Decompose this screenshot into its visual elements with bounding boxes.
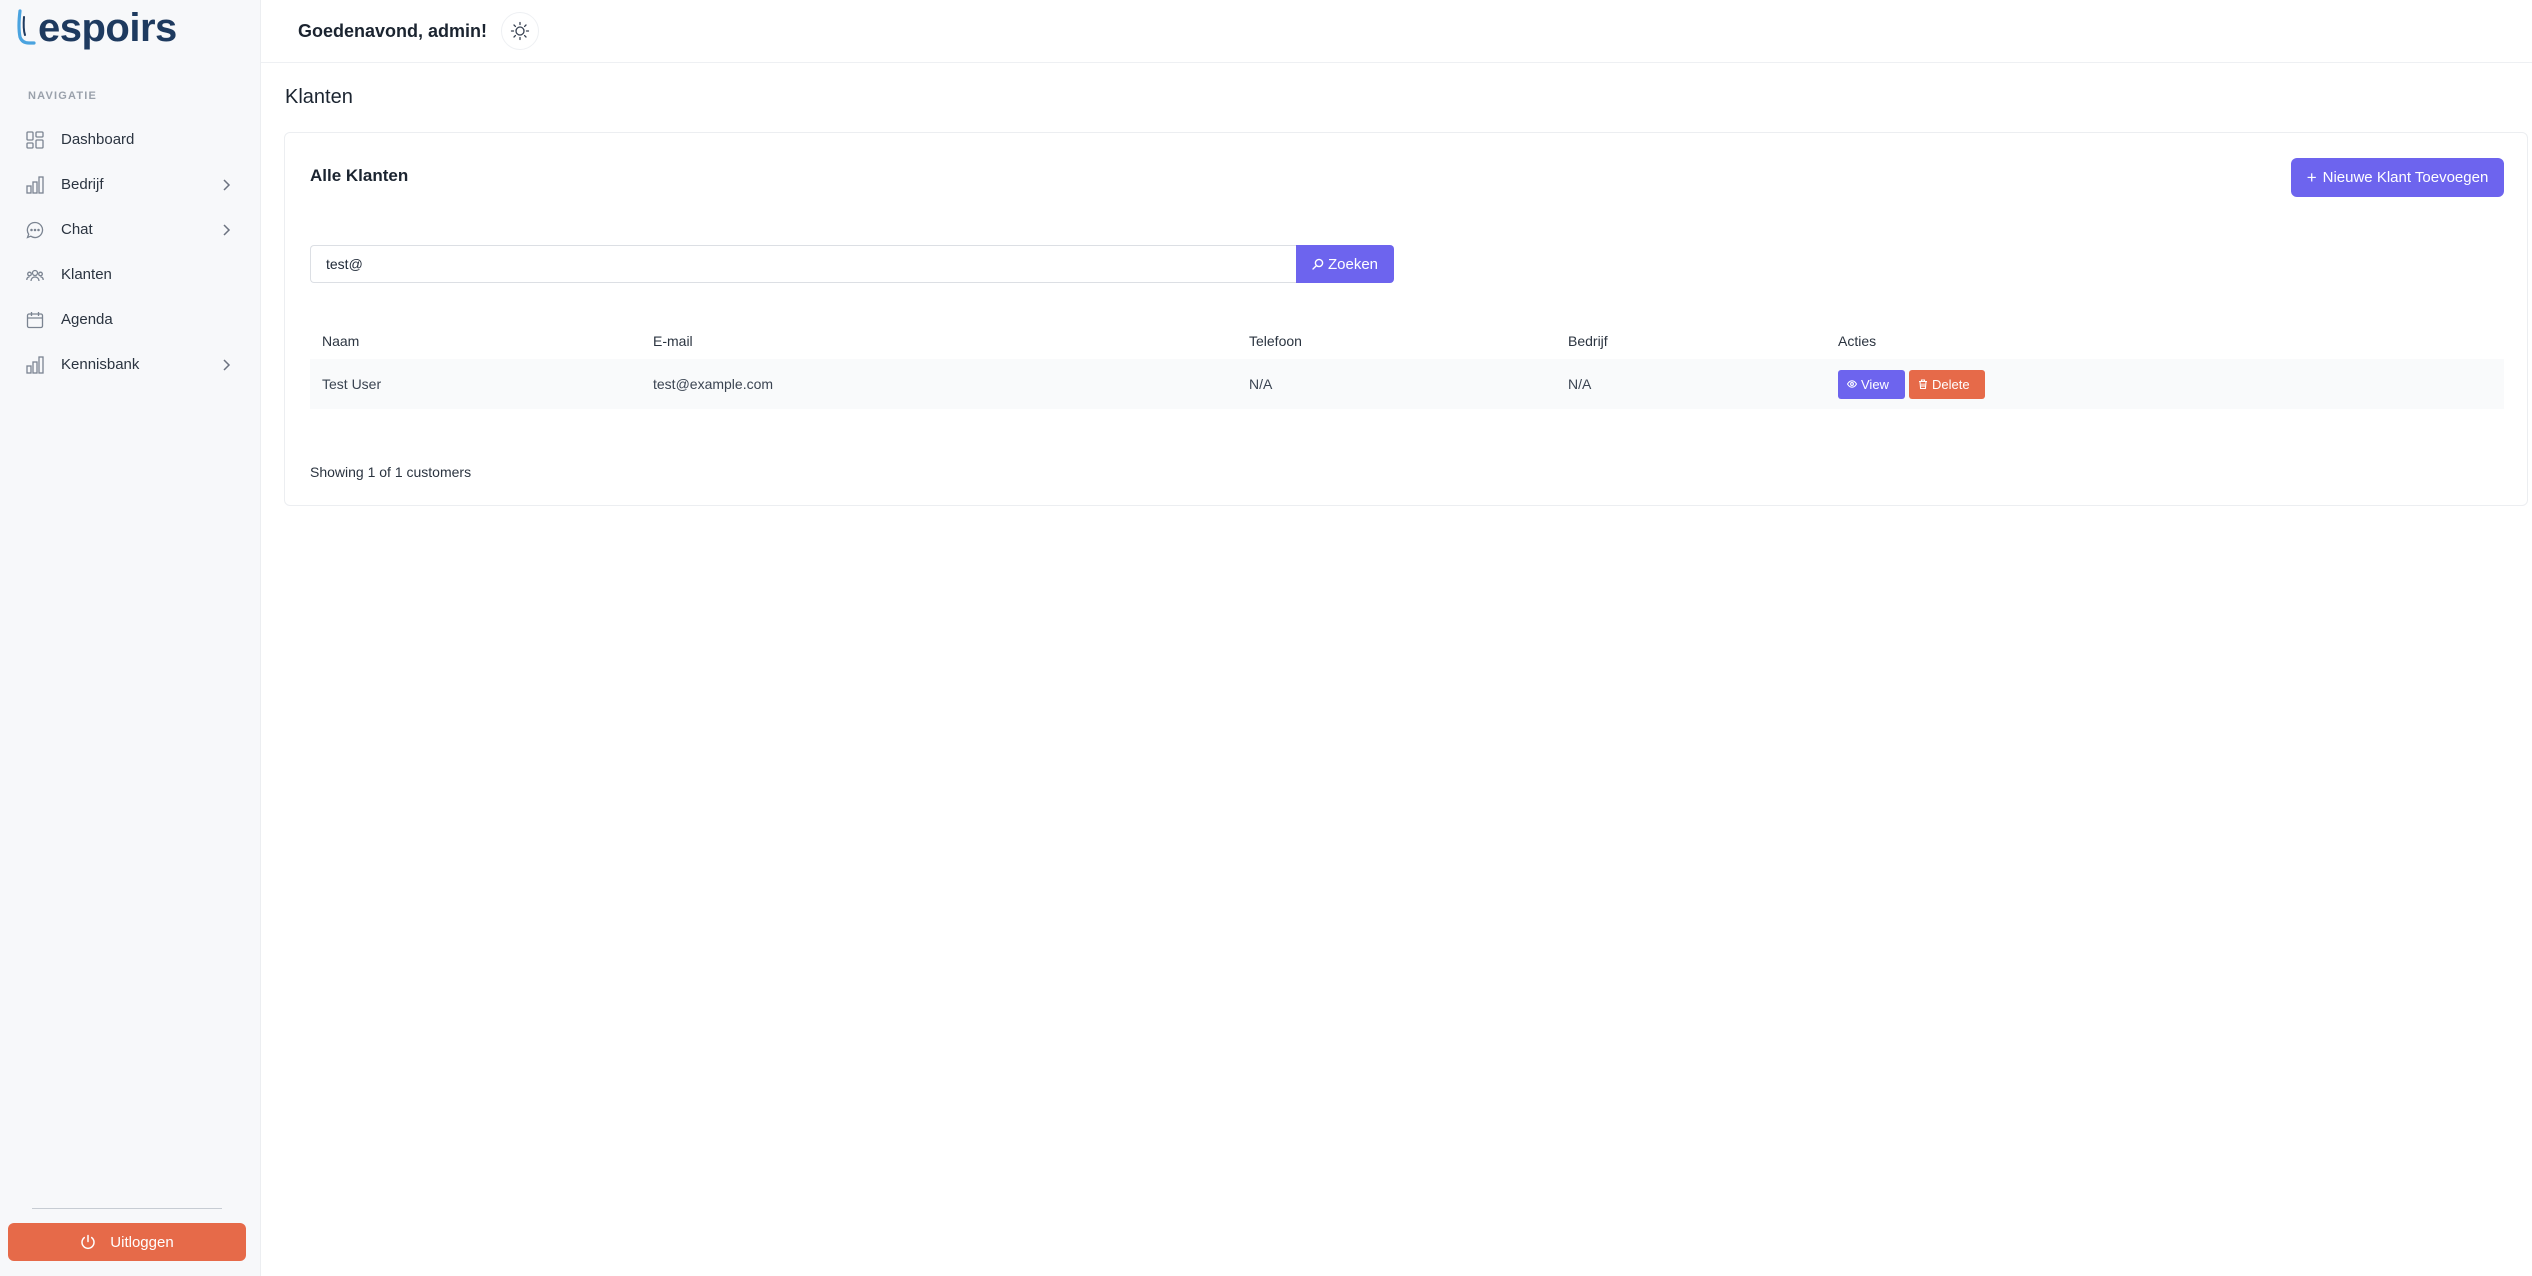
sun-icon (510, 21, 530, 41)
calendar-icon (26, 311, 44, 328)
column-header-naam[interactable]: Naam (310, 323, 641, 359)
view-button[interactable]: View (1838, 369, 1905, 399)
search-icon (1312, 258, 1324, 270)
page-title: Klanten (285, 86, 353, 108)
chat-bubble-icon (26, 221, 44, 239)
power-icon (81, 1234, 96, 1249)
app-root: espoirs NAVIGATIE Dashboard Bedrijf Chat… (0, 0, 2532, 1276)
chevron-right-icon (223, 178, 231, 191)
sidebar-item-dashboard[interactable]: Dashboard (0, 117, 261, 162)
sidebar-nav: Dashboard Bedrijf Chat Klanten Agenda Ke… (0, 117, 261, 387)
chevron-right-icon (223, 358, 231, 371)
sidebar-divider (32, 1208, 222, 1209)
logout-button[interactable]: Uitloggen (8, 1223, 246, 1261)
sidebar-item-label: Bedrijf (61, 176, 104, 193)
sidebar-item-label: Dashboard (61, 131, 135, 148)
cell-company: N/A (1556, 359, 1826, 409)
column-header-telefoon[interactable]: Telefoon (1237, 323, 1556, 359)
cell-phone: N/A (1237, 359, 1556, 409)
users-icon (26, 269, 44, 281)
sidebar-item-label: Chat (61, 221, 93, 238)
cell-name: Test User (310, 359, 641, 409)
customers-card: Alle Klanten + Nieuwe Klant Toevoegen Zo… (284, 132, 2528, 506)
row-actions: View Delete (1838, 369, 2504, 399)
eye-icon (1847, 380, 1857, 388)
main-content: Goedenavond, admin! Klanten Alle Klanten… (261, 0, 2532, 1276)
topbar: Goedenavond, admin! (261, 0, 2532, 63)
view-label: View (1861, 376, 1889, 392)
search-button-label: Zoeken (1327, 255, 1379, 273)
plus-icon: + (2306, 167, 2317, 187)
column-header-email[interactable]: E-mail (641, 323, 1237, 359)
search-bar: Zoeken (310, 245, 1394, 283)
sidebar-item-klanten[interactable]: Klanten (0, 252, 261, 297)
search-button[interactable]: Zoeken (1296, 245, 1394, 283)
sidebar: espoirs NAVIGATIE Dashboard Bedrijf Chat… (0, 0, 261, 1276)
greeting-text: Goedenavond, admin! (298, 20, 488, 41)
sidebar-item-bedrijf[interactable]: Bedrijf (0, 162, 261, 207)
bar-chart-icon (26, 175, 44, 194)
sidebar-item-label: Kennisbank (61, 356, 140, 373)
cell-email: test@example.com (641, 359, 1237, 409)
nav-heading: NAVIGATIE (28, 90, 98, 102)
column-header-acties: Acties (1838, 333, 1877, 349)
cell-actions: View Delete (1826, 359, 2504, 409)
dashboard-grid-icon (26, 130, 44, 149)
brand-logo[interactable]: espoirs (14, 2, 177, 54)
theme-toggle-button[interactable] (501, 12, 540, 50)
sidebar-item-kennisbank[interactable]: Kennisbank (0, 342, 261, 387)
delete-button[interactable]: Delete (1909, 369, 1985, 399)
logo-mark-icon (17, 9, 36, 45)
card-title: Alle Klanten (310, 166, 409, 185)
pagination-summary: Showing 1 of 1 customers (310, 464, 472, 480)
chevron-right-icon (223, 223, 231, 236)
delete-label: Delete (1932, 376, 1970, 392)
sidebar-item-chat[interactable]: Chat (0, 207, 261, 252)
sidebar-item-label: Klanten (61, 266, 112, 283)
column-header-bedrijf[interactable]: Bedrijf (1556, 323, 1826, 359)
sidebar-item-label: Agenda (61, 311, 113, 328)
table-row: Test User test@example.com N/A N/A View (310, 359, 2504, 409)
add-customer-button[interactable]: + Nieuwe Klant Toevoegen (2291, 158, 2504, 197)
search-input[interactable] (310, 245, 1296, 283)
add-customer-label: Nieuwe Klant Toevoegen (2322, 169, 2489, 186)
logout-label: Uitloggen (110, 1233, 174, 1251)
bar-chart-icon (26, 355, 44, 374)
table-header-row: Naam E-mail Telefoon Bedrijf Acties (310, 323, 2504, 359)
sidebar-item-agenda[interactable]: Agenda (0, 297, 261, 342)
logo-text: espoirs (38, 6, 177, 50)
trash-icon (1919, 379, 1927, 389)
customers-table: Naam E-mail Telefoon Bedrijf Acties Test… (310, 323, 2504, 409)
